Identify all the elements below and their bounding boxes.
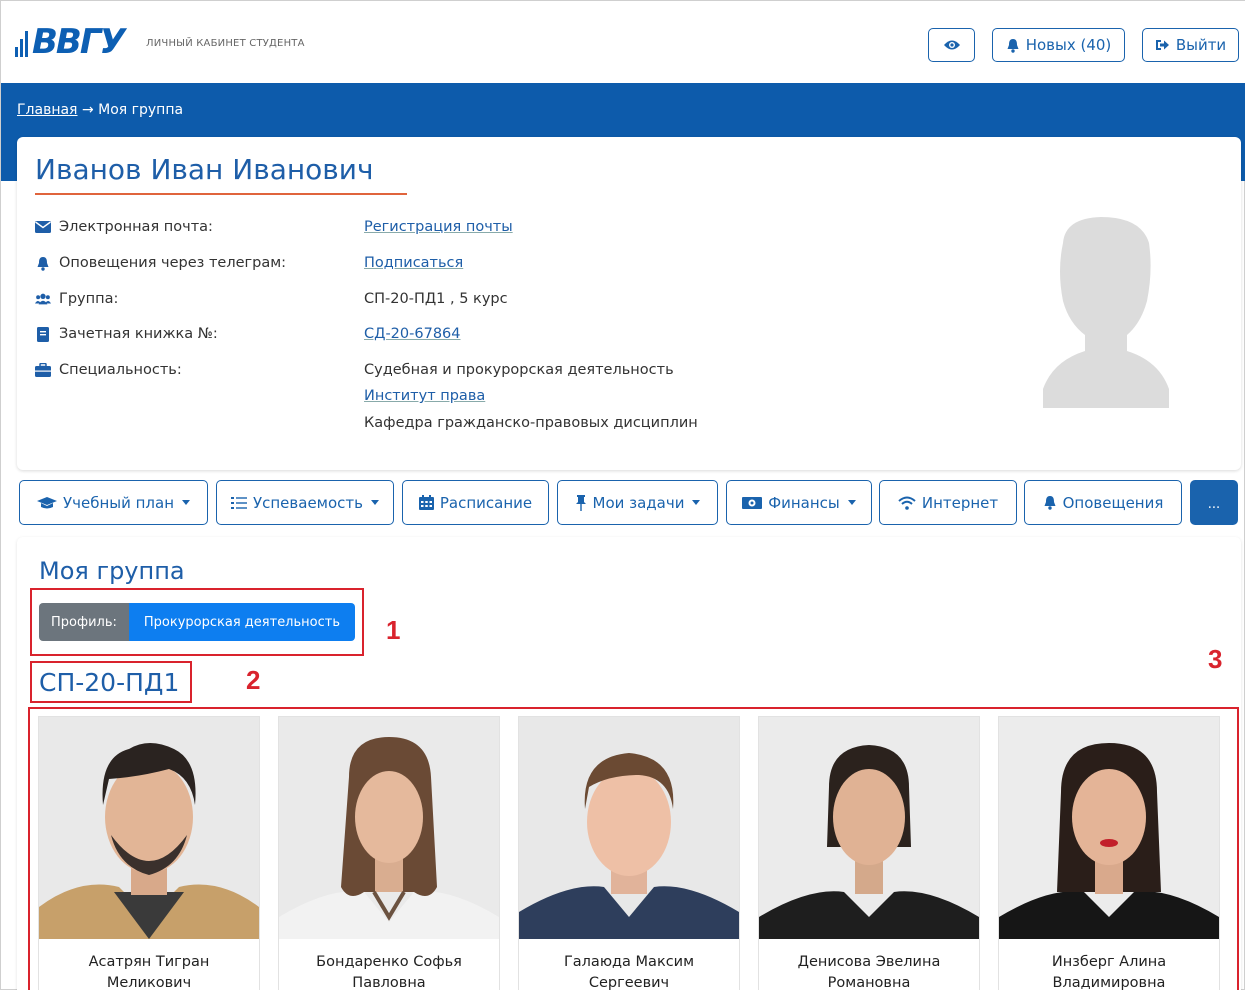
- notifications-nav-button[interactable]: Оповещения: [1024, 480, 1182, 525]
- profile-badge-value: Прокурорская деятельность: [128, 603, 355, 641]
- finances-button[interactable]: Финансы: [726, 480, 872, 525]
- student-photo: [999, 717, 1219, 939]
- briefcase-icon: [35, 362, 51, 378]
- logout-button[interactable]: Выйти: [1142, 28, 1239, 62]
- email-row-label: Электронная почта:: [35, 219, 213, 235]
- student-photo: [519, 717, 739, 939]
- annotation-number-2: 2: [246, 665, 261, 695]
- schedule-button[interactable]: Расписание: [402, 480, 549, 525]
- money-icon: [742, 496, 763, 509]
- group-name: СП-20-ПД1: [39, 668, 180, 697]
- student-photo: [759, 717, 979, 939]
- bell-icon: [1007, 38, 1019, 53]
- portal-subtitle: ЛИЧНЫЙ КАБИНЕТ СТУДЕНТА: [146, 38, 305, 49]
- student-card[interactable]: Галаюда Максим Сергеевич: [518, 716, 740, 990]
- student-card[interactable]: Денисова Эвелина Романовна: [758, 716, 980, 990]
- record-book-link[interactable]: СД-20-67864: [364, 326, 461, 342]
- breadcrumb-home-link[interactable]: Главная: [17, 102, 77, 118]
- chevron-down-icon: [182, 500, 191, 505]
- chevron-down-icon: [847, 500, 856, 505]
- bell-icon: [35, 255, 51, 271]
- internet-button[interactable]: Интернет: [879, 480, 1017, 525]
- breadcrumb: Главная → Моя группа: [17, 102, 183, 118]
- email-register-link[interactable]: Регистрация почты: [364, 219, 513, 235]
- study-plan-button[interactable]: Учебный план: [19, 480, 208, 525]
- chevron-down-icon: [371, 500, 379, 505]
- list-icon: [230, 496, 247, 509]
- eye-icon: [943, 40, 960, 50]
- sign-out-icon: [1155, 40, 1169, 50]
- student-name: Инзберг Алина Владимировна: [1051, 954, 1167, 990]
- student-card[interactable]: Инзберг Алина Владимировна: [998, 716, 1220, 990]
- department-value: Кафедра гражданско-правовых дисциплин: [364, 415, 698, 431]
- users-icon: [35, 291, 51, 307]
- specialty-value: Судебная и прокурорская деятельность: [364, 362, 674, 378]
- section-title: Моя группа: [39, 557, 185, 585]
- student-name: Иванов Иван Иванович: [35, 153, 374, 186]
- top-header: ВВГУ ЛИЧНЫЙ КАБИНЕТ СТУДЕНТА Новых (40) …: [1, 1, 1245, 83]
- institute-link[interactable]: Институт права: [364, 388, 485, 404]
- annotation-number-3: 3: [1208, 644, 1223, 674]
- record-book-row-label: Зачетная книжка №:: [35, 326, 218, 342]
- student-photo: [279, 717, 499, 939]
- visibility-toggle-button[interactable]: [928, 28, 975, 62]
- book-icon: [35, 326, 51, 342]
- chevron-down-icon: [692, 500, 701, 505]
- bell-icon: [1044, 496, 1056, 510]
- logo-mark: [15, 27, 28, 57]
- annotation-number-1: 1: [386, 615, 401, 645]
- pin-icon: [575, 494, 586, 511]
- logo[interactable]: ВВГУ: [15, 22, 126, 62]
- notifications-label: Новых (40): [1025, 36, 1112, 54]
- notifications-button[interactable]: Новых (40): [992, 28, 1125, 62]
- breadcrumb-current: Моя группа: [98, 102, 184, 118]
- wifi-icon: [898, 496, 916, 510]
- student-photo: [39, 717, 259, 939]
- my-tasks-button[interactable]: Мои задачи: [557, 480, 718, 525]
- specialty-row-label: Специальность:: [35, 362, 182, 378]
- telegram-row-label: Оповещения через телеграм:: [35, 255, 286, 271]
- student-name: Галаюда Максим Сергеевич: [563, 954, 695, 990]
- graduation-cap-icon: [36, 496, 57, 508]
- student-name: Асатрян Тигран Меликович: [88, 954, 210, 990]
- calendar-icon: [418, 495, 434, 510]
- student-name: Бондаренко Софья Павловна: [316, 954, 462, 990]
- performance-button[interactable]: Успеваемость: [216, 480, 394, 525]
- group-row-label: Группа:: [35, 291, 118, 307]
- avatar-placeholder: [1043, 217, 1169, 408]
- student-card[interactable]: Асатрян Тигран Меликович: [38, 716, 260, 990]
- more-button[interactable]: ...: [1190, 480, 1238, 525]
- breadcrumb-arrow: →: [81, 102, 94, 118]
- group-value: СП-20-ПД1 , 5 курс: [364, 291, 508, 307]
- name-underline: [35, 193, 407, 195]
- telegram-subscribe-link[interactable]: Подписаться: [364, 255, 463, 271]
- student-card[interactable]: Бондаренко Софья Павловна: [278, 716, 500, 990]
- profile-badge-label: Профиль:: [39, 603, 129, 641]
- envelope-icon: [35, 219, 51, 235]
- student-name: Денисова Эвелина Романовна: [797, 954, 941, 990]
- logo-text: ВВГУ: [32, 22, 126, 62]
- profile-badge: Профиль: Прокурорская деятельность: [39, 603, 355, 641]
- logout-label: Выйти: [1175, 36, 1227, 54]
